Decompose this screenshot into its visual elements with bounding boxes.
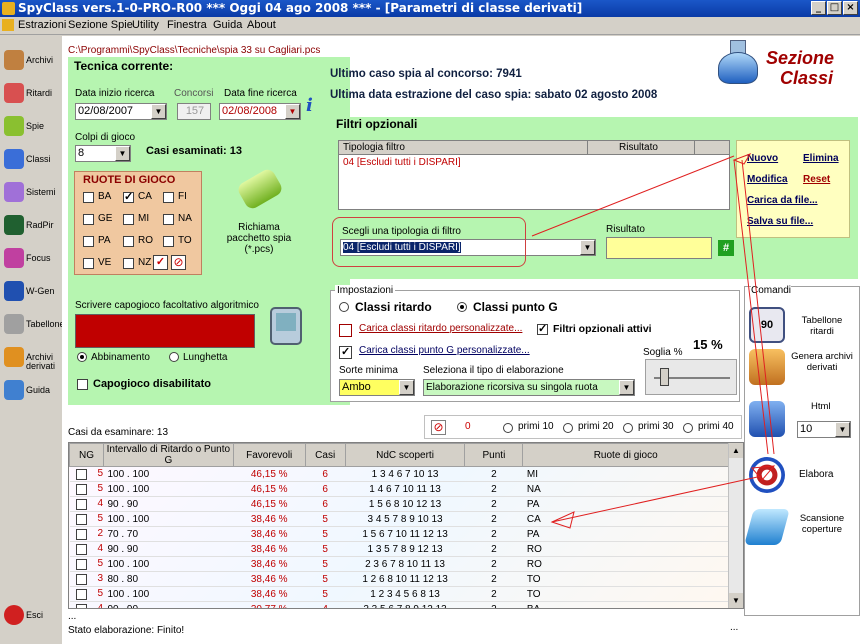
board-icon [4, 314, 24, 334]
toolbar-label: Classi [26, 154, 51, 164]
toolbar-radpir[interactable]: RadPir [2, 211, 58, 241]
toolbar-ritardi[interactable]: Ritardi [2, 79, 58, 109]
menu-about[interactable]: About [247, 19, 276, 31]
cabinet-icon [4, 347, 24, 367]
toolbar-label: Spie [26, 121, 45, 131]
clock-icon [4, 83, 24, 103]
menu-bar: Estrazioni Sezione Spie Utility Finestra… [0, 17, 860, 35]
globe-icon [4, 281, 24, 301]
toolbar-archivi[interactable]: Archivi [2, 46, 58, 76]
pyramid-icon [4, 215, 24, 235]
app-icon [2, 2, 15, 15]
menu-utility[interactable]: Utility [132, 19, 159, 31]
toolbar-label: Sistemi [26, 187, 56, 197]
toolbar-spie[interactable]: Spie [2, 112, 58, 142]
status-dots: ... [68, 611, 77, 622]
menu-estrazioni[interactable]: Estrazioni [18, 19, 66, 31]
menu-sezione-spie[interactable]: Sezione Spie [68, 19, 133, 31]
toolbar-w-gen[interactable]: W-Gen [2, 277, 58, 307]
arrow-line [551, 475, 763, 523]
minimize-button[interactable]: _ [811, 1, 826, 15]
status-text: Stato elaborazione: Finito! [68, 625, 185, 636]
pencil-icon [4, 50, 24, 70]
left-toolbar: Archivi Ritardi Spie Classi Sistemi RadPir Foc… [0, 36, 65, 644]
dots-icon [4, 248, 24, 268]
toolbar-archivi-derivati[interactable]: Archivi derivati [2, 343, 58, 373]
book-icon [4, 380, 24, 400]
close-button[interactable]: × [843, 1, 858, 15]
toolbar-label: W-Gen [26, 286, 55, 296]
toolbar-label: Focus [26, 253, 51, 263]
toolbar-label: RadPir [26, 220, 54, 230]
status-dots-right: ... [730, 622, 739, 633]
toolbar-guida[interactable]: Guida [2, 376, 58, 406]
annotation-arrows [531, 153, 776, 529]
arrow-line [741, 159, 775, 455]
window-title: SpyClass vers.1-0-PRO-R00 *** Oggi 04 ag… [18, 1, 583, 15]
flashlight-icon [4, 116, 24, 136]
menu-app-icon [2, 19, 14, 31]
toolbar-label: Ritardi [26, 88, 53, 98]
menu-guida[interactable]: Guida [213, 19, 242, 31]
toolbar-sistemi[interactable]: Sistemi [2, 178, 58, 208]
toolbar-esci[interactable]: Esci [2, 601, 58, 631]
bulb-icon [4, 182, 24, 202]
main-content: C:\Programmi\SpyClass\Tecniche\spia 33 s… [62, 36, 860, 644]
toolbar-label: Guida [26, 385, 51, 395]
flask-icon [4, 149, 24, 169]
arrow-line [531, 155, 735, 237]
toolbar-focus[interactable]: Focus [2, 244, 58, 274]
maximize-button[interactable]: □ [827, 1, 842, 15]
toolbar-label: Tabellone [26, 319, 65, 329]
toolbar-classi[interactable]: Classi [2, 145, 58, 175]
toolbar-label: Archivi [26, 55, 54, 65]
title-bar: SpyClass vers.1-0-PRO-R00 *** Oggi 04 ag… [0, 0, 860, 17]
toolbar-label: Archivi derivati [26, 352, 56, 371]
toolbar-tabellone[interactable]: Tabellone [2, 310, 65, 340]
menu-finestra[interactable]: Finestra [167, 19, 207, 31]
power-icon [4, 605, 24, 625]
toolbar-label: Esci [26, 610, 44, 620]
arrow-line [733, 159, 769, 455]
